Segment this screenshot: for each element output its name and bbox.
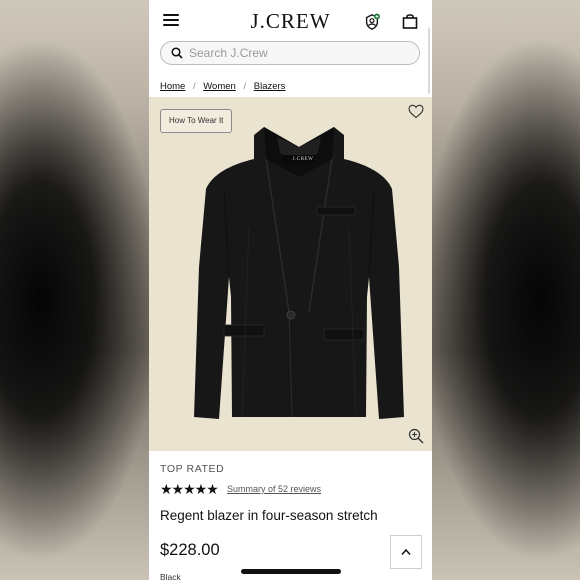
- rating-stars: ★★★★★: [160, 481, 219, 497]
- scrollbar[interactable]: [428, 28, 430, 94]
- site-header: J.CREW: [149, 0, 432, 40]
- top-rated-badge: TOP RATED: [160, 463, 225, 475]
- breadcrumb-blazers-link[interactable]: Blazers: [254, 81, 286, 92]
- shopping-bag-icon[interactable]: [402, 13, 418, 29]
- blazer-illustration: [194, 127, 404, 419]
- search-bar[interactable]: [160, 41, 420, 65]
- zoom-in-icon[interactable]: [408, 428, 424, 444]
- breadcrumb-separator: /: [192, 81, 196, 92]
- product-image[interactable]: How To Wear It J.CREW: [149, 97, 432, 451]
- chevron-up-icon: [401, 548, 411, 555]
- breadcrumb-separator: /: [243, 81, 247, 92]
- reviews-summary-link[interactable]: Summary of 52 reviews: [227, 484, 321, 494]
- search-input[interactable]: [189, 44, 409, 62]
- account-icon[interactable]: [363, 13, 381, 31]
- search-icon[interactable]: [171, 47, 183, 59]
- selected-color-label: Black: [160, 572, 181, 580]
- jacket-brand-label: J.CREW: [292, 157, 314, 162]
- back-to-top-button[interactable]: [390, 535, 422, 569]
- breadcrumb: Home / Women / Blazers: [160, 81, 285, 92]
- mobile-page: J.CREW Home / Women / Blazers How To Wea…: [149, 0, 432, 580]
- site-logo[interactable]: J.CREW: [149, 9, 432, 34]
- heart-icon[interactable]: [408, 104, 424, 119]
- home-indicator[interactable]: [241, 569, 341, 574]
- product-price: $228.00: [160, 541, 220, 559]
- breadcrumb-women-link[interactable]: Women: [203, 81, 236, 92]
- product-name: Regent blazer in four-season stretch: [160, 508, 378, 523]
- breadcrumb-home-link[interactable]: Home: [160, 81, 185, 92]
